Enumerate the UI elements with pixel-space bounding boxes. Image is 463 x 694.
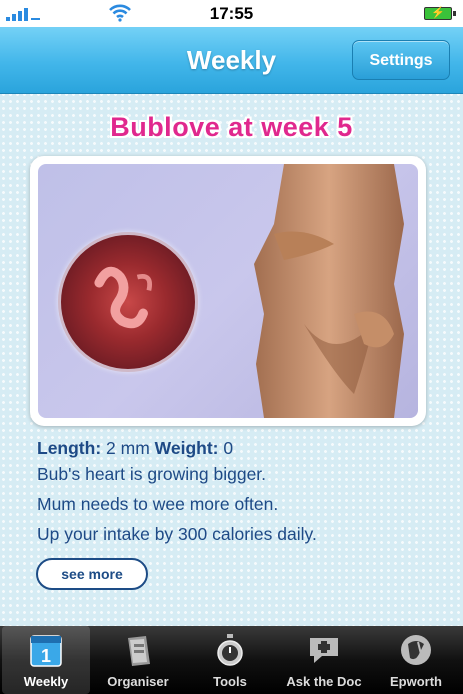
see-more-button[interactable]: see more	[36, 558, 148, 590]
tab-tools[interactable]: Tools	[186, 626, 274, 694]
pregnant-body-illustration	[254, 164, 404, 418]
tab-label: Ask the Doc	[286, 674, 362, 689]
stopwatch-icon	[217, 634, 243, 666]
fact-line: Bub's heart is growing bigger.	[37, 464, 267, 484]
embryo-magnifier	[58, 232, 198, 372]
weight-label: Weight:	[154, 438, 219, 458]
epworth-logo-icon	[401, 635, 431, 665]
tab-organiser[interactable]: Organiser	[94, 626, 182, 694]
tab-weekly[interactable]: 1 Weekly	[2, 626, 90, 694]
length-value: 2 mm	[106, 438, 150, 458]
weight-value: 0	[223, 438, 234, 458]
chat-plus-icon	[310, 638, 338, 663]
tab-label: Tools	[213, 674, 247, 689]
tab-label: Epworth	[390, 674, 442, 689]
tab-epworth[interactable]: Epworth	[372, 626, 460, 694]
nav-bar: Weekly Settings	[0, 27, 463, 94]
status-bar: 17:55 ⚡	[0, 0, 463, 27]
fact-line: Up your intake by 300 calories daily.	[37, 524, 317, 544]
week-heading: Bublove at week 5	[110, 112, 353, 142]
tab-bar: 1 Weekly Organiser Tools Ask the Doc Epw…	[0, 626, 463, 694]
tab-label: Weekly	[23, 674, 69, 689]
week-illustration	[30, 156, 426, 426]
calendar-icon: 1	[30, 635, 62, 667]
size-info: Length: 2 mm Weight: 0	[37, 438, 233, 459]
svg-text:1: 1	[41, 646, 51, 666]
organiser-icon	[128, 636, 150, 666]
status-time: 17:55	[209, 4, 254, 23]
tab-ask-the-doc[interactable]: Ask the Doc	[278, 626, 370, 694]
length-label: Length:	[37, 438, 102, 458]
battery-icon: ⚡	[424, 7, 456, 20]
tab-label: Organiser	[107, 674, 169, 689]
settings-button[interactable]: Settings	[352, 40, 450, 80]
fact-line: Mum needs to wee more often.	[37, 494, 279, 514]
